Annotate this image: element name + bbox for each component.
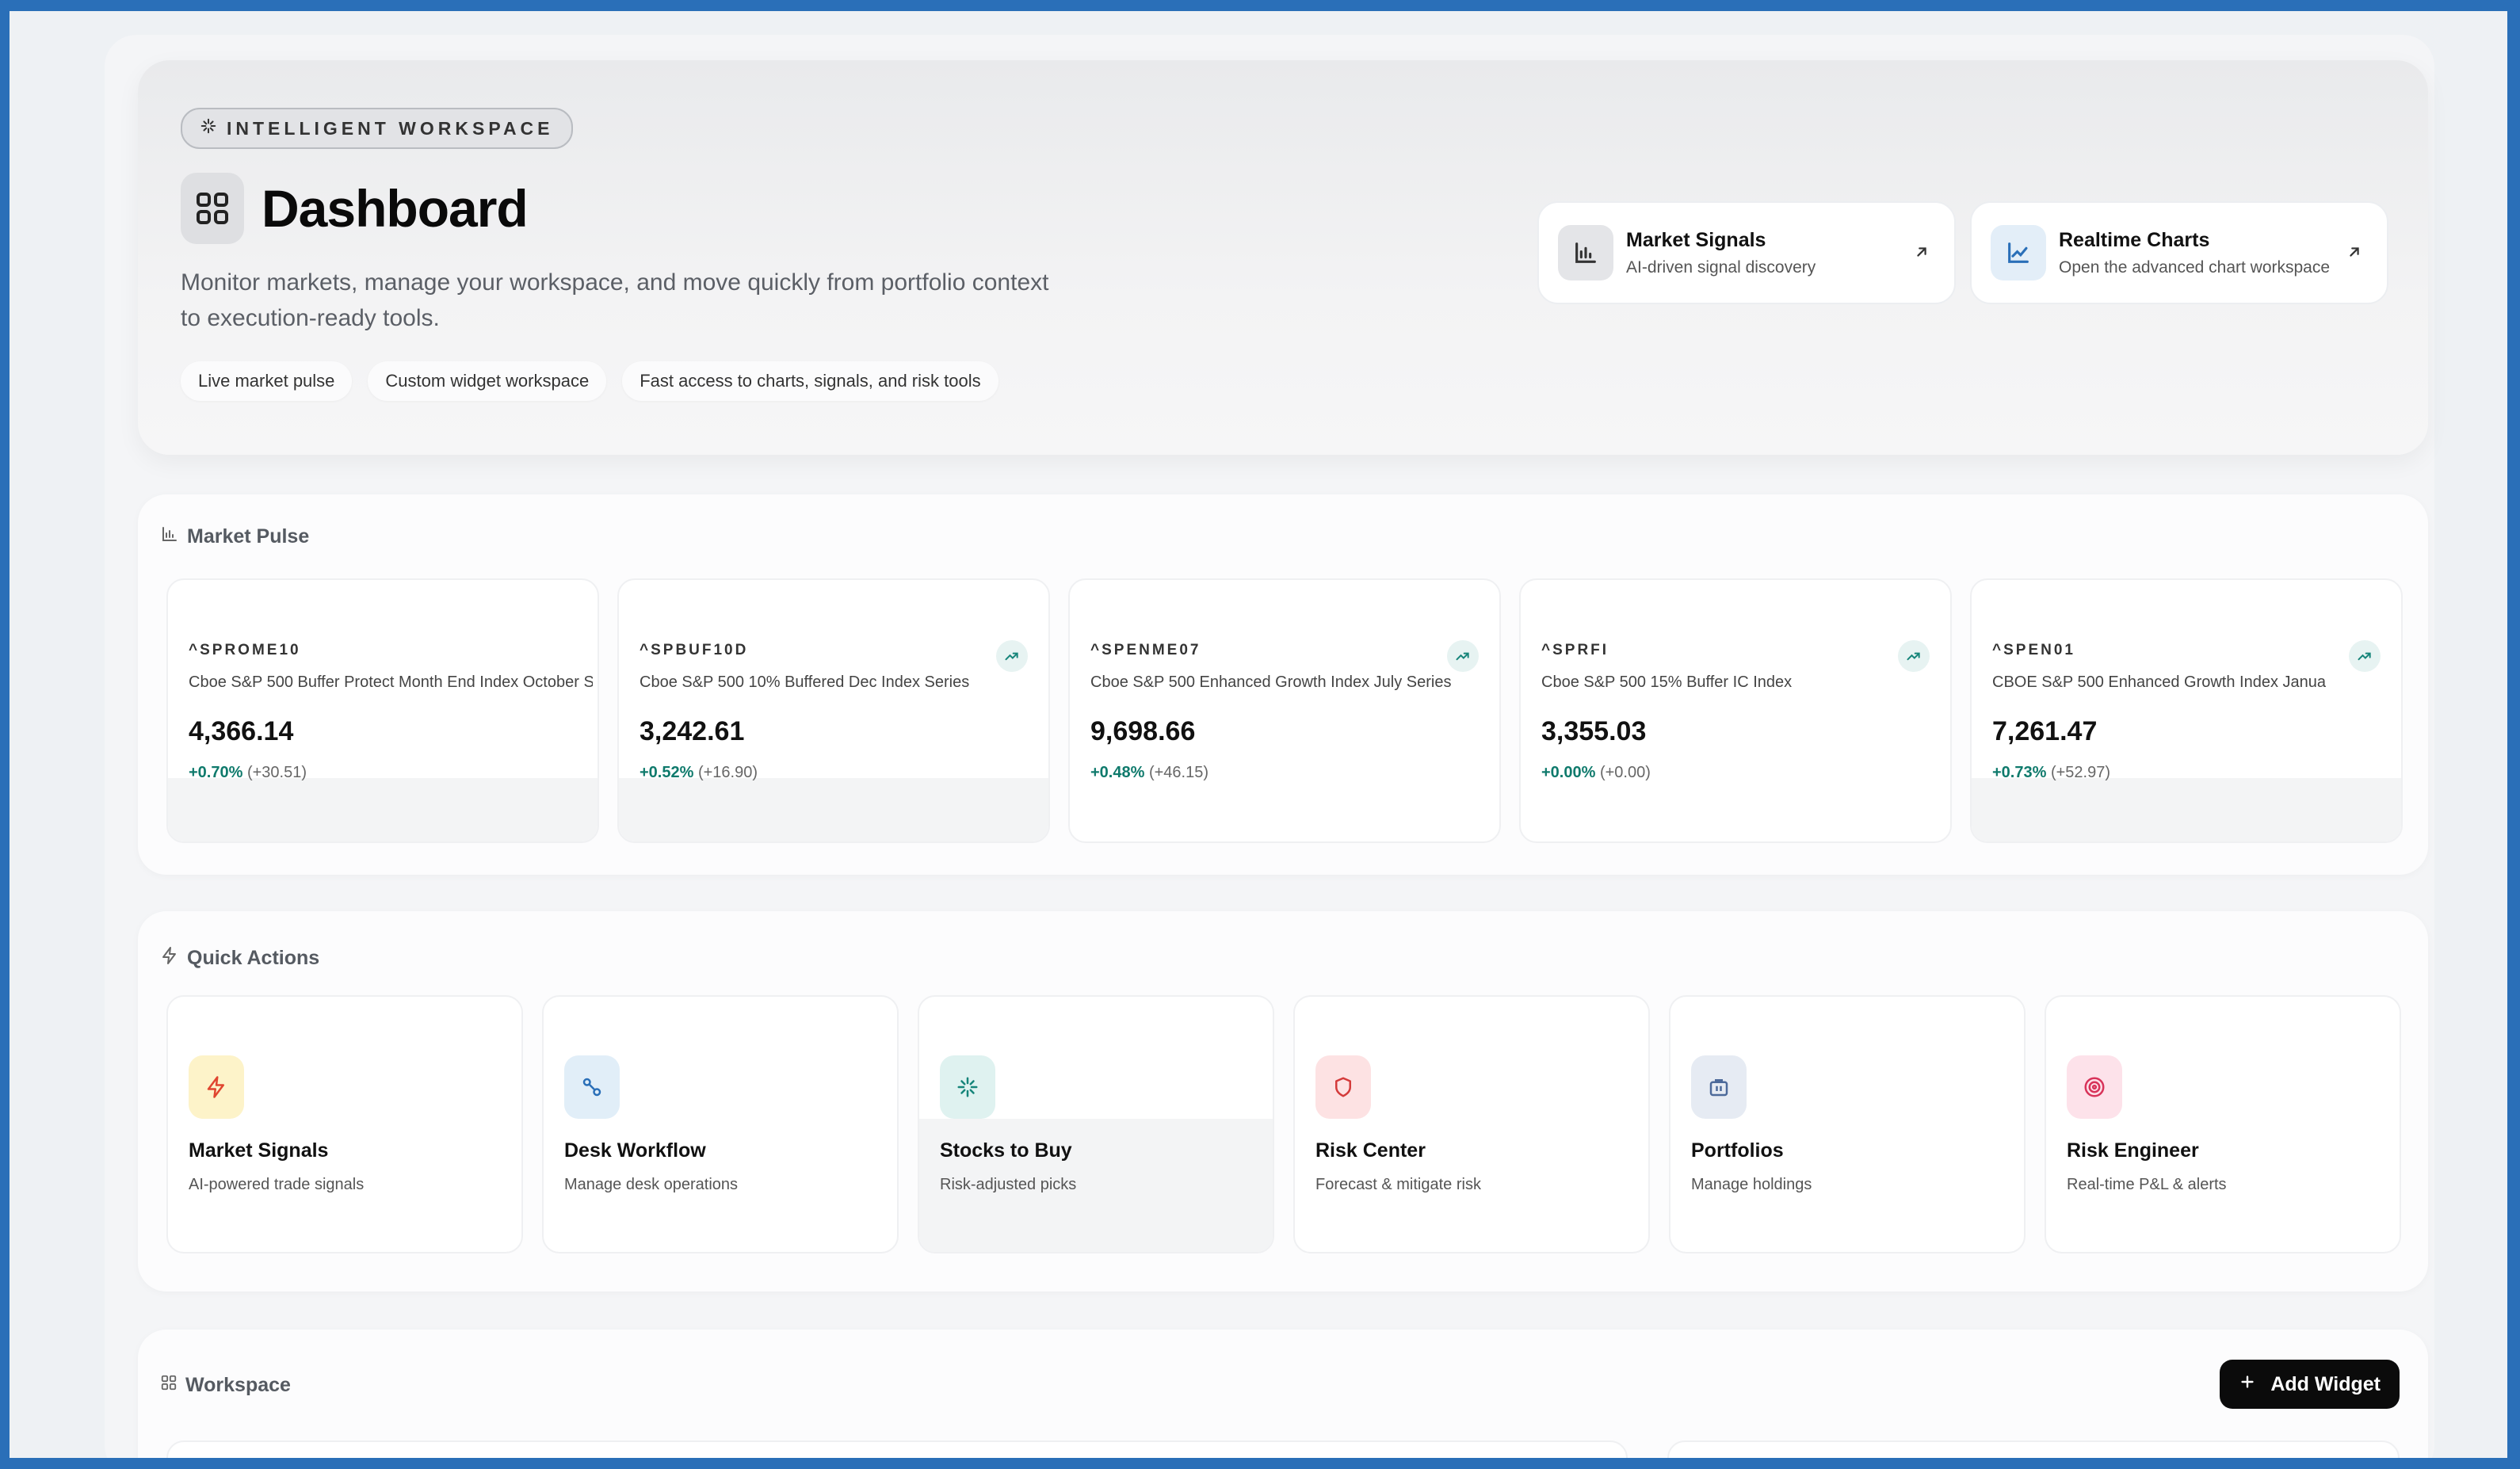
feature-pill: Live market pulse xyxy=(181,361,353,401)
market-card[interactable]: ^SPEN01 CBOE S&P 500 Enhanced Growth Ind… xyxy=(1970,578,2403,843)
quick-action-risk-center[interactable]: Risk Center Forecast & mitigate risk xyxy=(1293,995,1650,1253)
section-heading: Workspace xyxy=(185,1374,291,1396)
quick-actions-section: Quick Actions Market Signals AI-powered … xyxy=(138,911,2428,1292)
action-title: Stocks to Buy xyxy=(940,1139,1072,1162)
index-name: Cboe S&P 500 10% Buffered Dec Index Seri… xyxy=(640,673,970,691)
market-card[interactable]: ^SPRFI Cboe S&P 500 15% Buffer IC Index … xyxy=(1519,578,1952,843)
market-signals-link[interactable]: Market Signals AI-driven signal discover… xyxy=(1537,201,1956,304)
action-title: Market Signals xyxy=(189,1139,329,1162)
point-change: (+52.97) xyxy=(2050,764,2111,781)
quick-action-risk-engineer[interactable]: Risk Engineer Real-time P&L & alerts xyxy=(2045,995,2401,1253)
page-subtitle: Monitor markets, manage your workspace, … xyxy=(181,269,1049,331)
index-value: 4,366.14 xyxy=(189,716,294,746)
ticker-symbol: ^SPEN01 xyxy=(1992,642,2075,658)
section-heading: Market Pulse xyxy=(187,525,310,548)
index-name: CBOE S&P 500 Enhanced Growth Index Janua xyxy=(1992,673,2327,691)
trending-up-icon xyxy=(1447,640,1479,672)
bar-chart-icon xyxy=(1558,225,1613,280)
index-value: 3,242.61 xyxy=(640,716,745,746)
add-widget-label: Add Widget xyxy=(2270,1372,2381,1395)
add-widget-button[interactable]: Add Widget xyxy=(2220,1360,2400,1409)
point-change: (+16.90) xyxy=(697,764,758,781)
realtime-charts-link[interactable]: Realtime Charts Open the advanced chart … xyxy=(1970,201,2388,304)
link-title: Market Signals xyxy=(1626,228,1766,251)
page-title: Dashboard xyxy=(262,179,529,238)
target-icon xyxy=(2067,1055,2122,1119)
index-value: 9,698.66 xyxy=(1090,716,1196,746)
feature-pill: Fast access to charts, signals, and risk… xyxy=(622,361,998,401)
market-card[interactable]: ^SPBUF10D Cboe S&P 500 10% Buffered Dec … xyxy=(617,578,1050,843)
section-heading: Quick Actions xyxy=(187,947,320,969)
quick-action-stocks-to-buy[interactable]: Stocks to Buy Risk-adjusted picks xyxy=(918,995,1274,1253)
widget-card[interactable] xyxy=(1667,1440,2400,1458)
action-title: Desk Workflow xyxy=(564,1139,706,1162)
app-window: INTELLIGENT WORKSPACE Dashboard Monitor … xyxy=(10,11,2507,1458)
trending-up-icon xyxy=(1898,640,1930,672)
grid-icon xyxy=(181,173,244,244)
index-name: Cboe S&P 500 Buffer Protect Month End In… xyxy=(189,673,593,691)
plus-icon xyxy=(2239,1373,2256,1396)
index-value: 7,261.47 xyxy=(1992,716,2098,746)
ticker-symbol: ^SPROME10 xyxy=(189,642,301,658)
percent-change: +0.52% xyxy=(640,764,694,781)
point-change: (+0.00) xyxy=(1599,764,1651,781)
quick-action-market-signals[interactable]: Market Signals AI-powered trade signals xyxy=(166,995,523,1253)
bar-chart-icon xyxy=(160,525,179,549)
market-pulse-section: Market Pulse ^SPROME10 Cboe S&P 500 Buff… xyxy=(138,494,2428,875)
briefcase-icon xyxy=(1691,1055,1747,1119)
link-subtitle: Open the advanced chart workspace xyxy=(2059,258,2331,277)
quick-action-portfolios[interactable]: Portfolios Manage holdings xyxy=(1669,995,2026,1253)
trending-up-icon xyxy=(2349,640,2381,672)
action-title: Risk Engineer xyxy=(2067,1139,2199,1162)
workflow-icon xyxy=(564,1055,620,1119)
trending-up-icon xyxy=(996,640,1028,672)
action-subtitle: Manage desk operations xyxy=(564,1176,739,1193)
index-value: 3,355.03 xyxy=(1541,716,1647,746)
link-title: Realtime Charts xyxy=(2059,228,2210,251)
action-subtitle: Manage holdings xyxy=(1691,1176,1812,1193)
lightning-icon xyxy=(160,946,179,971)
action-title: Risk Center xyxy=(1315,1139,1426,1162)
arrow-up-right-icon xyxy=(1913,241,1930,266)
feature-pill: Custom widget workspace xyxy=(368,361,607,401)
hero-panel: INTELLIGENT WORKSPACE Dashboard Monitor … xyxy=(138,60,2428,455)
point-change: (+30.51) xyxy=(246,764,307,781)
workspace-tag: INTELLIGENT WORKSPACE xyxy=(181,108,573,149)
line-chart-icon xyxy=(1991,225,2046,280)
ticker-symbol: ^SPENME07 xyxy=(1090,642,1201,658)
action-subtitle: Real-time P&L & alerts xyxy=(2067,1176,2227,1193)
sparkles-icon xyxy=(940,1055,995,1119)
lightning-icon xyxy=(189,1055,244,1119)
ticker-symbol: ^SPBUF10D xyxy=(640,642,749,658)
quick-action-desk-workflow[interactable]: Desk Workflow Manage desk operations xyxy=(542,995,899,1253)
action-subtitle: AI-powered trade signals xyxy=(189,1176,365,1193)
workspace-section: Workspace Add Widget xyxy=(138,1330,2428,1458)
shield-icon xyxy=(1315,1055,1371,1119)
action-subtitle: Forecast & mitigate risk xyxy=(1315,1176,1481,1193)
action-title: Portfolios xyxy=(1691,1139,1784,1162)
percent-change: +0.70% xyxy=(189,764,243,781)
arrow-up-right-icon xyxy=(2346,241,2363,266)
action-subtitle: Risk-adjusted picks xyxy=(940,1176,1077,1193)
percent-change: +0.48% xyxy=(1090,764,1145,781)
index-name: Cboe S&P 500 Enhanced Growth Index July … xyxy=(1090,673,1452,691)
percent-change: +0.73% xyxy=(1992,764,2047,781)
sparkle-icon xyxy=(200,117,217,139)
market-card[interactable]: ^SPENME07 Cboe S&P 500 Enhanced Growth I… xyxy=(1068,578,1501,843)
workspace-tag-label: INTELLIGENT WORKSPACE xyxy=(227,117,554,139)
point-change: (+46.15) xyxy=(1148,764,1209,781)
index-name: Cboe S&P 500 15% Buffer IC Index xyxy=(1541,673,1793,691)
widget-card[interactable] xyxy=(166,1440,1628,1458)
grid-icon xyxy=(160,1374,178,1397)
percent-change: +0.00% xyxy=(1541,764,1596,781)
market-card[interactable]: ^SPROME10 Cboe S&P 500 Buffer Protect Mo… xyxy=(166,578,599,843)
link-subtitle: AI-driven signal discovery xyxy=(1626,258,1816,277)
ticker-symbol: ^SPRFI xyxy=(1541,642,1609,658)
